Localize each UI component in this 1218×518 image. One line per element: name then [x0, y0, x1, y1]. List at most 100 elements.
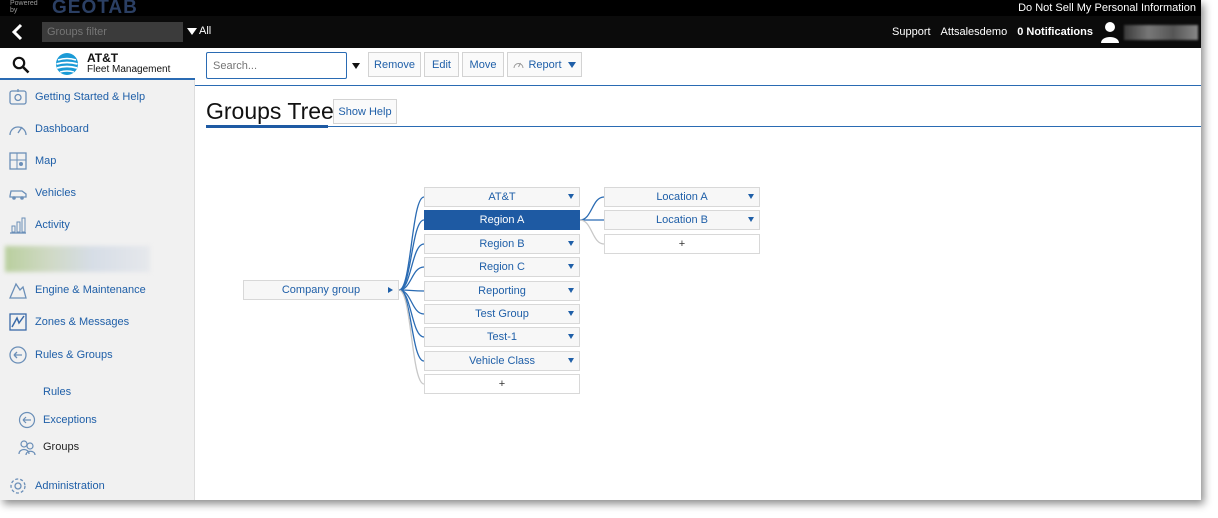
sidebar: AT&T Fleet Management Getting Started & … — [0, 48, 195, 500]
sidebar-subitem-rules[interactable]: Rules — [0, 381, 195, 403]
tree-node-label: Region C — [479, 261, 525, 273]
caret-down-icon[interactable] — [568, 241, 574, 246]
caret-down-icon[interactable] — [568, 194, 574, 199]
tree-node-location-b[interactable]: Location B — [604, 210, 760, 230]
sidebar-item-dashboard[interactable]: Dashboard — [0, 116, 195, 142]
sidebar-item-label: Administration — [35, 480, 105, 492]
sidebar-item-activity[interactable]: Activity — [0, 212, 195, 238]
exceptions-icon — [18, 411, 36, 429]
tree-node-reporting[interactable]: Reporting — [424, 281, 580, 301]
gear-icon — [10, 478, 26, 494]
sidebar-item-vehicles[interactable]: Vehicles — [0, 180, 195, 206]
sidebar-item-label: Groups — [43, 441, 80, 453]
user-name-redacted — [1124, 25, 1198, 40]
caret-down-icon[interactable] — [748, 194, 754, 199]
tree-node-vehicle-class[interactable]: Vehicle Class — [424, 351, 580, 371]
vehicle-icon — [9, 190, 27, 200]
tree-connector-line — [579, 219, 605, 245]
sidebar-item-label: Vehicles — [35, 187, 76, 199]
gauge-icon — [9, 126, 27, 136]
tree-node-label: Region B — [479, 238, 525, 250]
rules-icon — [9, 346, 27, 364]
tree-node-label: Region A — [479, 214, 525, 226]
search-icon[interactable] — [12, 56, 30, 74]
caret-right-icon[interactable] — [388, 287, 393, 293]
tree-node-label: Location A — [656, 191, 708, 203]
add-child-group-button[interactable]: + — [424, 374, 580, 394]
tree-node-label: Test-1 — [487, 331, 517, 343]
sidebar-item-label: Exceptions — [43, 414, 97, 426]
back-arrow-icon[interactable] — [10, 23, 26, 41]
tree-connectors — [398, 196, 605, 385]
tree-node-label: + — [498, 378, 506, 390]
sidebar-item-map[interactable]: Map — [0, 148, 195, 174]
groups-all-dropdown[interactable]: All — [187, 25, 211, 37]
notifications-link[interactable]: 0 Notifications — [1017, 26, 1093, 38]
tree-node-test-group[interactable]: Test Group — [424, 304, 580, 324]
sidebar-item-label: Map — [35, 155, 57, 167]
caret-down-icon[interactable] — [748, 217, 754, 222]
tree-connector-line — [579, 196, 605, 221]
sidebar-item-getting-started[interactable]: Getting Started & Help — [0, 84, 195, 110]
sidebar-item-label: Rules & Groups — [35, 349, 113, 361]
att-globe-logo — [56, 53, 78, 75]
sidebar-item-zones-messages[interactable]: Zones & Messages — [0, 309, 195, 335]
groups-icon — [18, 440, 36, 456]
tree-connector-line — [398, 196, 425, 291]
powered-by-label: Powered by — [10, 0, 38, 14]
caret-down-icon[interactable] — [568, 264, 574, 269]
tree-node-label: Reporting — [478, 285, 526, 297]
tree-node-test-1[interactable]: Test-1 — [424, 327, 580, 347]
powered-by-strip: Powered by GEOTAB Do Not Sell My Persona… — [0, 0, 1201, 18]
map-icon — [9, 152, 27, 170]
sidebar-item-rules-groups[interactable]: Rules & Groups — [0, 342, 195, 368]
tree-node-company-group[interactable]: Company group — [243, 280, 399, 300]
all-label: All — [199, 25, 212, 37]
tree-node-label: AT&T — [488, 191, 516, 203]
account-link[interactable]: Attsalesdemo — [941, 26, 1008, 38]
sidebar-item-administration[interactable]: Administration — [0, 473, 195, 499]
caret-down-icon — [187, 27, 197, 35]
bar-chart-icon — [10, 217, 26, 234]
sidebar-item-label: Getting Started & Help — [35, 91, 146, 103]
tree-connector-line — [398, 243, 425, 291]
tree-node-label: + — [678, 238, 686, 250]
zones-icon — [9, 313, 27, 331]
tree-node-region-b[interactable]: Region B — [424, 234, 580, 254]
sidebar-item-label: Activity — [35, 219, 70, 231]
help-icon — [9, 89, 27, 105]
tree-connector-line — [398, 289, 425, 385]
tree-node-region-c[interactable]: Region C — [424, 257, 580, 277]
sidebar-subitem-groups[interactable]: Groups — [0, 436, 195, 458]
tree-node-location-a[interactable]: Location A — [604, 187, 760, 207]
groups-filter-input[interactable] — [42, 22, 183, 42]
user-icon[interactable] — [1100, 21, 1120, 43]
sidebar-item-engine-maintenance[interactable]: Engine & Maintenance — [0, 277, 195, 303]
caret-down-icon[interactable] — [568, 334, 574, 339]
sidebar-item-label: Zones & Messages — [35, 316, 130, 328]
privacy-link[interactable]: Do Not Sell My Personal Information — [1018, 2, 1196, 14]
tree-node-label: Company group — [281, 284, 361, 296]
caret-down-icon[interactable] — [568, 288, 574, 293]
sidebar-item-label: Engine & Maintenance — [35, 284, 146, 296]
sidebar-brand-row: AT&T Fleet Management — [0, 48, 195, 80]
main-content: Remove Edit Move Report Groups Tree Show… — [195, 48, 1201, 500]
tree-node-label: Test Group — [475, 308, 529, 320]
tree-node-at-t[interactable]: AT&T — [424, 187, 580, 207]
sidebar-item-redacted[interactable] — [5, 246, 150, 272]
tree-node-label: Location B — [656, 214, 708, 226]
brand-subtitle: Fleet Management — [87, 64, 171, 75]
support-link[interactable]: Support — [892, 26, 931, 38]
tree-node-region-a[interactable]: Region A — [424, 210, 580, 230]
top-navigation-bar: All Support Attsalesdemo 0 Notifications — [0, 16, 1201, 48]
brand-name: AT&T — [87, 51, 119, 65]
sidebar-subitem-exceptions[interactable]: Exceptions — [0, 409, 195, 431]
top-links: Support Attsalesdemo 0 Notifications — [892, 26, 1093, 38]
add-subgroup-button[interactable]: + — [604, 234, 760, 254]
caret-down-icon[interactable] — [568, 358, 574, 363]
tree-node-label: Vehicle Class — [468, 355, 536, 367]
engine-icon — [9, 282, 27, 299]
caret-down-icon[interactable] — [568, 311, 574, 316]
sidebar-item-label: Dashboard — [35, 123, 89, 135]
sidebar-item-label: Rules — [43, 386, 72, 398]
